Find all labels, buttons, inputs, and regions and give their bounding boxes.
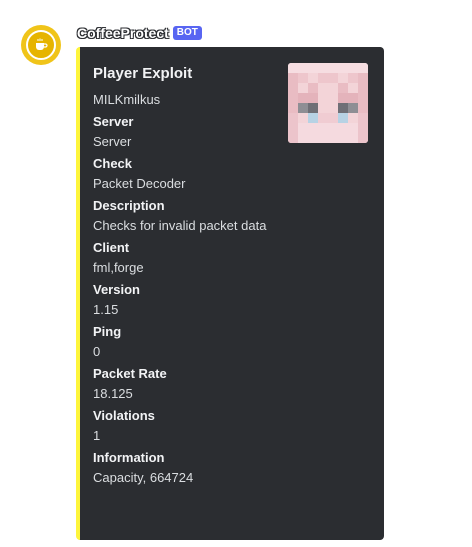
field-name: Description <box>93 198 165 213</box>
field-value: 0 <box>93 344 101 359</box>
field-name: Server <box>93 114 134 129</box>
field-value: Packet Decoder <box>93 176 186 191</box>
player-skin-face-icon <box>288 63 368 143</box>
field-value: 1 <box>93 428 101 443</box>
embed-card: Player Exploit MILKmilkus Server Server … <box>76 47 384 540</box>
bot-message: CoffeeProtect BOT Player Exploit MILKmil… <box>0 0 472 547</box>
field-name: Version <box>93 282 140 297</box>
embed-field-information: Information Capacity, 664724 <box>93 449 283 487</box>
field-value: Capacity, 664724 <box>93 470 194 485</box>
embed-field-version: Version 1.15 <box>93 281 283 319</box>
embed-thumbnail[interactable] <box>288 63 368 143</box>
field-name: Client <box>93 240 130 255</box>
embed-content: Player Exploit MILKmilkus Server Server … <box>93 64 283 487</box>
field-name: Packet Rate <box>93 366 167 381</box>
bot-avatar[interactable] <box>21 25 61 65</box>
bot-badge: BOT <box>172 26 202 40</box>
field-value: Checks for invalid packet data <box>93 218 267 233</box>
embed-field-violations: Violations 1 <box>93 407 283 445</box>
field-name: Check <box>93 156 133 171</box>
message-header: CoffeeProtect BOT <box>77 24 202 42</box>
field-value: fml,forge <box>93 260 144 275</box>
embed-field-packet-rate: Packet Rate 18.125 <box>93 365 283 403</box>
coffee-cup-icon <box>26 30 56 60</box>
field-name: Ping <box>93 324 122 339</box>
field-value: Server <box>93 134 132 149</box>
field-name: Violations <box>93 408 155 423</box>
embed-title: Player Exploit <box>93 65 193 82</box>
field-value: 1.15 <box>93 302 119 317</box>
embed-field-client: Client fml,forge <box>93 239 283 277</box>
embed-field-check: Check Packet Decoder <box>93 155 283 193</box>
embed-description: MILKmilkus <box>93 92 161 107</box>
embed-field-ping: Ping 0 <box>93 323 283 361</box>
field-value: 18.125 <box>93 386 133 401</box>
embed-field-server: Server Server <box>93 113 283 151</box>
embed-field-description: Description Checks for invalid packet da… <box>93 197 283 235</box>
field-name: Information <box>93 450 165 465</box>
author-username[interactable]: CoffeeProtect <box>77 25 169 41</box>
